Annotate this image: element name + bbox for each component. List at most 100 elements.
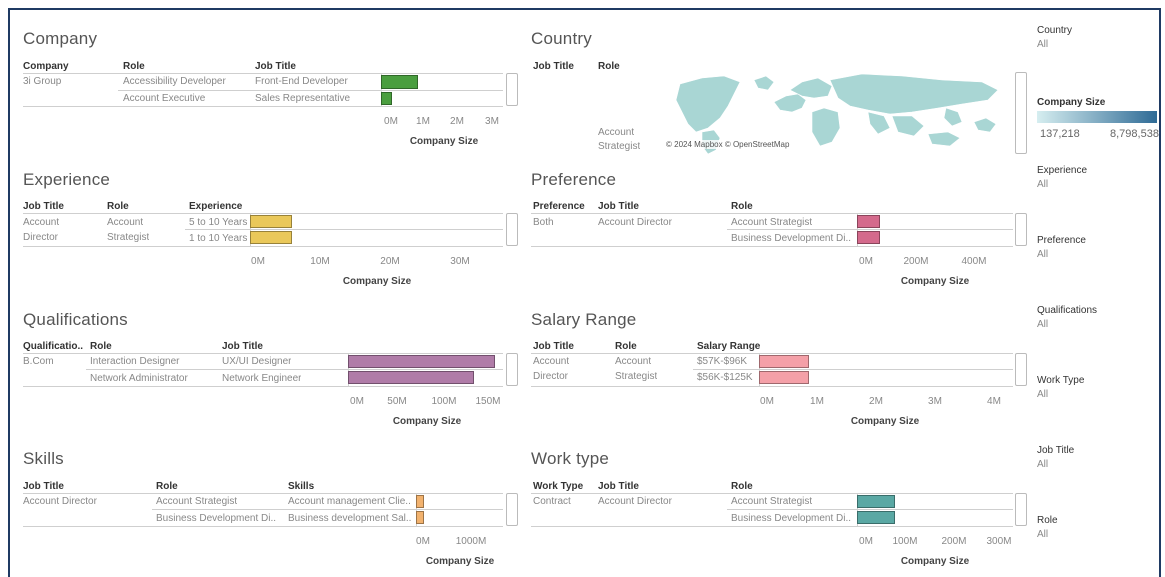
filter-worktype-value[interactable]: All (1037, 389, 1048, 400)
filter-country-value[interactable]: All (1037, 39, 1048, 50)
company-col-jobtitle[interactable]: Job Title (255, 61, 296, 72)
worktype-tick: 0M (859, 536, 873, 547)
filter-experience-title: Experience (1037, 165, 1088, 176)
qualifications-role-2: Network Administrator (90, 373, 188, 384)
skills-tick: 1000M (455, 536, 487, 547)
experience-axis-title: Company Size (342, 276, 412, 287)
worktype-bar[interactable] (857, 495, 895, 508)
salary-role-line1: Account (615, 356, 652, 367)
experience-job-line2: Director (23, 232, 59, 243)
preference-scrollbar[interactable] (1015, 213, 1027, 246)
company-role-2: Account Executive (123, 93, 206, 104)
preference-col-role[interactable]: Role (731, 201, 753, 212)
country-map[interactable]: © 2024 Mapbox © OpenStreetMap (662, 72, 1010, 154)
salary-tick: 4M (987, 396, 1001, 407)
worktype-scrollbar[interactable] (1015, 493, 1027, 526)
preference-col-preference[interactable]: Preference (533, 201, 585, 212)
skills-col-skills[interactable]: Skills (288, 481, 314, 492)
salary-range-2: $56K-$125K (697, 372, 753, 383)
skills-role-2: Business Development Di.. (156, 513, 277, 524)
experience-role-line1: Account (107, 217, 144, 228)
worktype-tick: 300M (986, 536, 1012, 547)
qualifications-col-jobtitle[interactable]: Job Title (222, 341, 263, 352)
skills-bar[interactable] (416, 495, 425, 508)
filter-experience-value[interactable]: All (1037, 179, 1048, 190)
experience-col-role[interactable]: Role (107, 201, 129, 212)
preference-role-1: Account Strategist (731, 217, 813, 228)
qualifications-axis-title: Company Size (392, 416, 462, 427)
qualifications-scrollbar[interactable] (506, 353, 518, 386)
skills-bar[interactable] (416, 511, 425, 524)
map-attribution: © 2024 Mapbox © OpenStreetMap (664, 140, 792, 149)
filter-jobtitle-value[interactable]: All (1037, 459, 1048, 470)
country-scrollbar[interactable] (1015, 72, 1027, 154)
preference-tick: 200M (903, 256, 929, 267)
company-bar[interactable] (381, 75, 418, 89)
skills-axis-title: Company Size (425, 556, 495, 567)
salary-tick: 0M (760, 396, 774, 407)
skills-col-role[interactable]: Role (156, 481, 178, 492)
preference-axis-title: Company Size (900, 276, 970, 287)
preference-col-jobtitle[interactable]: Job Title (598, 201, 639, 212)
filter-size-max: 8,798,538 (1110, 128, 1159, 140)
preference-tick: 0M (859, 256, 873, 267)
experience-bar[interactable] (250, 215, 292, 228)
experience-title: Experience (23, 170, 111, 189)
country-role-line1: Account (598, 127, 635, 138)
company-size-color-legend (1037, 111, 1157, 123)
qualifications-tick: 100M (431, 396, 457, 407)
worktype-tick: 200M (941, 536, 967, 547)
preference-bar[interactable] (857, 215, 881, 228)
experience-bar[interactable] (250, 231, 292, 244)
salary-col-range[interactable]: Salary Range (697, 341, 760, 352)
worktype-job: Account Director (598, 496, 672, 507)
filter-role-title: Role (1037, 515, 1058, 526)
skills-col-jobtitle[interactable]: Job Title (23, 481, 64, 492)
salary-title: Salary Range (531, 310, 637, 329)
country-col-jobtitle[interactable]: Job Title (533, 61, 574, 72)
company-tick: 2M (450, 116, 464, 127)
filter-qualifications-value[interactable]: All (1037, 319, 1048, 330)
salary-col-role[interactable]: Role (615, 341, 637, 352)
qualifications-col-qualification[interactable]: Qualificatio.. (23, 341, 83, 352)
qualifications-title: Qualifications (23, 310, 128, 329)
company-tick: 3M (485, 116, 499, 127)
experience-job-line1: Account (23, 217, 60, 228)
experience-scrollbar[interactable] (506, 213, 518, 246)
experience-col-jobtitle[interactable]: Job Title (23, 201, 64, 212)
filter-preference-title: Preference (1037, 235, 1086, 246)
filter-preference-value[interactable]: All (1037, 249, 1048, 260)
worktype-col-worktype[interactable]: Work Type (533, 481, 583, 492)
preference-bar[interactable] (857, 231, 881, 244)
experience-col-experience[interactable]: Experience (189, 201, 242, 212)
qualifications-job-2: Network Engineer (222, 373, 302, 384)
salary-bar[interactable] (759, 355, 809, 368)
salary-col-jobtitle[interactable]: Job Title (533, 341, 574, 352)
salary-scrollbar[interactable] (1015, 353, 1027, 386)
salary-range-1: $57K-$96K (697, 356, 748, 367)
country-col-role[interactable]: Role (598, 61, 620, 72)
salary-bar[interactable] (759, 371, 809, 384)
worktype-col-jobtitle[interactable]: Job Title (598, 481, 639, 492)
country-title: Country (531, 29, 592, 48)
qualifications-col-role[interactable]: Role (90, 341, 112, 352)
salary-job-line2: Director (533, 371, 569, 382)
skills-scrollbar[interactable] (506, 493, 518, 526)
company-bar[interactable] (381, 92, 393, 105)
qualifications-bar[interactable] (348, 371, 474, 384)
worktype-tick: 100M (892, 536, 918, 547)
skills-skill-2: Business development Sal.. (288, 513, 412, 524)
filter-role-value[interactable]: All (1037, 529, 1048, 540)
filter-jobtitle-title: Job Title (1037, 445, 1075, 456)
company-name: 3i Group (23, 76, 62, 87)
company-col-role[interactable]: Role (123, 61, 145, 72)
company-col-company[interactable]: Company (23, 61, 69, 72)
qualifications-bar[interactable] (348, 355, 496, 368)
company-tick: 1M (416, 116, 430, 127)
filter-size-min: 137,218 (1040, 128, 1080, 140)
company-tick: 0M (384, 116, 398, 127)
salary-job-line1: Account (533, 356, 570, 367)
company-scrollbar[interactable] (506, 73, 518, 106)
worktype-col-role[interactable]: Role (731, 481, 753, 492)
worktype-bar[interactable] (857, 511, 895, 524)
